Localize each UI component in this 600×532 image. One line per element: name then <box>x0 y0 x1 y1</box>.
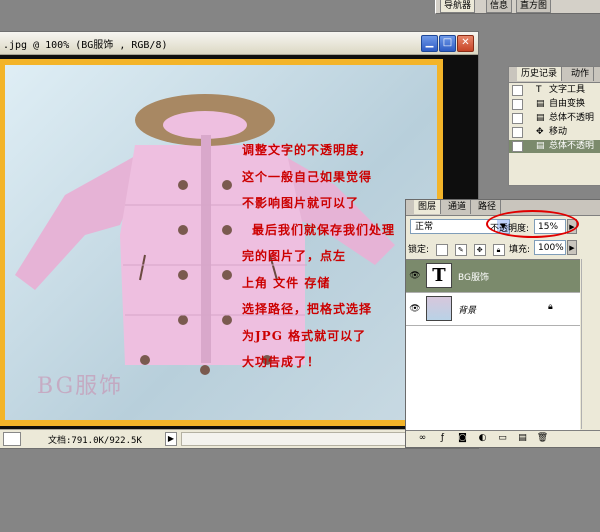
snapshot-checkbox[interactable] <box>512 85 523 96</box>
layer-name: BG服饰 <box>458 273 489 283</box>
background-layer-thumbnail <box>426 296 452 321</box>
maximize-icon: □ <box>442 37 453 48</box>
maximize-button[interactable]: □ <box>439 35 456 52</box>
history-item[interactable]: ▤ 总体不透明 <box>509 112 600 125</box>
layers-footer: ∞ ƒ ◙ ◐ ▭ ▤ 🗑︎ <box>406 430 600 447</box>
watermark-text: BG服饰 <box>37 374 124 399</box>
history-step-icon: ▤ <box>536 113 545 123</box>
instruction-line: 这个一般自己如果觉得 <box>242 169 373 184</box>
layer-list: 👁︎ T BG服饰 👁︎ 背景 🔒︎ <box>406 259 580 430</box>
status-menu-button[interactable]: ▶ <box>165 432 177 446</box>
play-icon: ▶ <box>569 244 575 252</box>
type-tool-icon: T <box>536 85 542 95</box>
snapshot-checkbox[interactable] <box>512 99 523 110</box>
snapshot-checkbox[interactable] <box>512 141 523 152</box>
snapshot-checkbox[interactable] <box>512 113 523 124</box>
tab-actions[interactable]: 动作 <box>567 67 595 81</box>
history-step-icon: ▤ <box>536 99 545 109</box>
adjustment-layer-icon[interactable]: ◐ <box>476 433 489 444</box>
text-layer-thumbnail: T <box>426 263 452 288</box>
eye-icon[interactable]: 👁︎ <box>409 303 421 315</box>
history-item-selected[interactable]: ▤ 总体不透明 <box>509 140 600 153</box>
instruction-line: 调整文字的不透明度， <box>242 143 373 157</box>
play-icon: ▶ <box>167 434 175 443</box>
new-group-icon[interactable]: ▭ <box>496 433 509 444</box>
lock-label: 锁定: <box>408 245 430 255</box>
tab-navigator[interactable]: 导航器 <box>440 0 476 13</box>
add-mask-icon[interactable]: ◙ <box>456 433 469 444</box>
link-layers-icon[interactable]: ∞ <box>416 433 429 444</box>
history-item-label: 自由变换 <box>549 99 586 109</box>
tab-histogram[interactable]: 直方图 <box>516 0 552 13</box>
history-item-label: 总体不透明 <box>549 113 595 123</box>
close-icon: ✕ <box>461 37 470 48</box>
lock-transparency-icon[interactable] <box>435 243 448 256</box>
document-size-info: 文档:791.0K/922.5K <box>48 436 142 446</box>
history-item[interactable]: ▤ 自由变换 <box>509 98 600 111</box>
layers-scrollbar[interactable] <box>581 259 600 429</box>
document-titlebar[interactable]: .jpg @ 100% (BG服饰 , RGB/8) ▁ □ ✕ <box>0 32 478 55</box>
blend-mode-value: 正常 <box>415 222 434 232</box>
history-item[interactable]: ✥ 移动 <box>509 126 600 139</box>
layer-name: 背景 <box>458 306 477 316</box>
lock-row: 锁定: ✎ ✥ 🔒︎ <box>408 242 505 256</box>
tab-channels[interactable]: 通道 <box>444 200 472 214</box>
fill-slider-button[interactable]: ▶ <box>567 240 577 255</box>
move-tool-icon: ✥ <box>536 127 544 137</box>
layers-panel: 图层 通道 路径 正常 ▼ 不透明度: 15% ▶ 锁定: ✎ ✥ 🔒︎ 填充:… <box>405 199 600 448</box>
history-panel: 历史记录 动作 T 文字工具 ▤ 自由变换 ▤ 总体不透明 ✥ 移动 ▤ 总体不… <box>508 66 600 186</box>
layer-style-icon[interactable]: ƒ <box>436 433 449 444</box>
history-step-icon: ▤ <box>536 141 545 151</box>
new-layer-icon[interactable]: ▤ <box>516 433 529 444</box>
history-item-label: 移动 <box>549 127 568 137</box>
history-tabs: 历史记录 动作 <box>509 67 600 83</box>
tab-history[interactable]: 历史记录 <box>517 67 563 81</box>
tab-info[interactable]: 信息 <box>486 0 513 13</box>
tab-layers[interactable]: 图层 <box>414 200 442 214</box>
lock-all-icon[interactable]: 🔒︎ <box>492 243 505 256</box>
eye-icon[interactable]: 👁︎ <box>409 270 421 282</box>
document-title: .jpg @ 100% (BG服饰 , RGB/8) <box>3 40 168 51</box>
tab-paths[interactable]: 路径 <box>474 200 502 214</box>
lock-icon: 🔒︎ <box>548 302 553 312</box>
delete-layer-icon[interactable]: 🗑︎ <box>536 433 549 444</box>
lock-position-icon[interactable]: ✥ <box>473 243 486 256</box>
fill-label: 填充: <box>509 245 531 255</box>
history-item-label: 总体不透明 <box>549 141 595 151</box>
minimize-icon: ▁ <box>425 37 434 48</box>
history-item-label: 文字工具 <box>549 85 586 95</box>
fill-input[interactable]: 100% <box>534 240 566 255</box>
close-button[interactable]: ✕ <box>457 35 474 52</box>
highlight-circle <box>486 210 579 238</box>
layer-row-background[interactable]: 👁︎ 背景 🔒︎ <box>406 293 580 326</box>
zoom-field[interactable] <box>3 432 21 446</box>
navigator-panel-tabs: 导航器 信息 直方图 <box>435 0 600 14</box>
snapshot-checkbox[interactable] <box>512 127 523 138</box>
history-item[interactable]: T 文字工具 <box>509 84 600 97</box>
lock-paint-icon[interactable]: ✎ <box>454 243 467 256</box>
layer-row-text[interactable]: 👁︎ T BG服饰 <box>406 260 580 293</box>
minimize-button[interactable]: ▁ <box>421 35 438 52</box>
